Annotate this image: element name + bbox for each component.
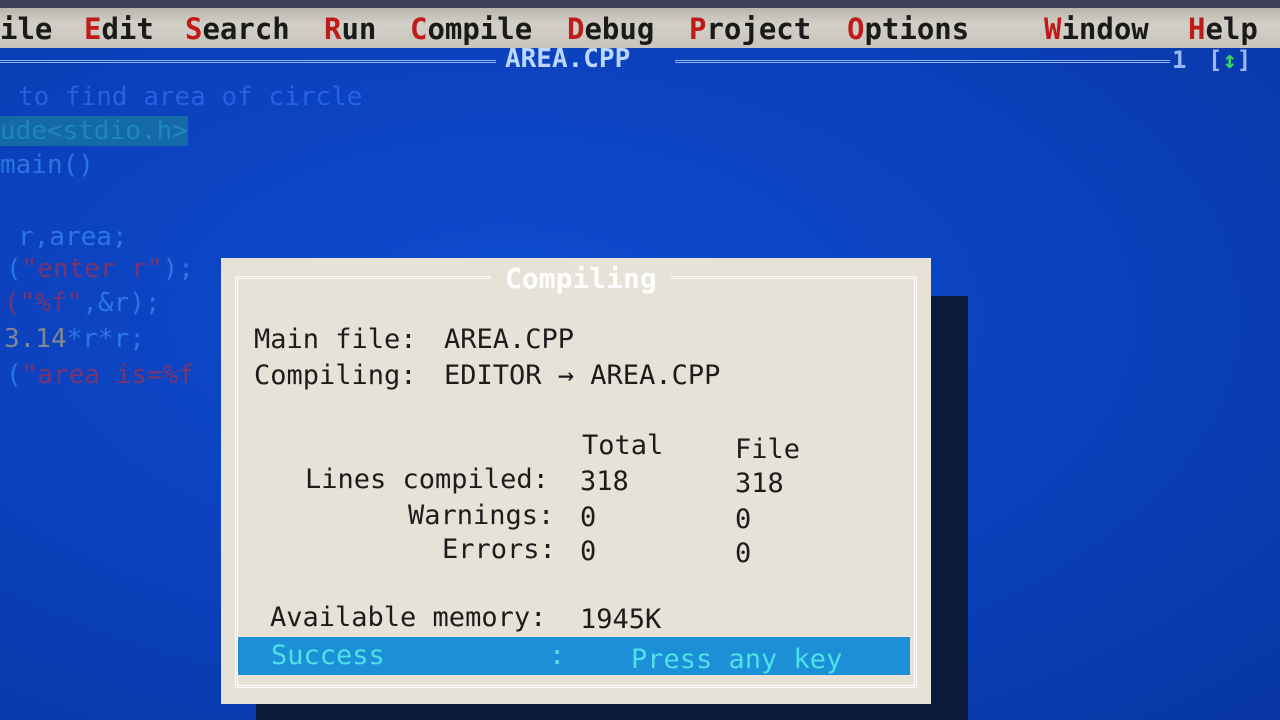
code-calc-rest: *r*r; bbox=[66, 324, 145, 354]
menu-help-label: elp bbox=[1205, 12, 1258, 46]
main-file-value: AREA.CPP bbox=[444, 324, 575, 355]
errors-total: 0 bbox=[580, 536, 597, 567]
menu-debug-hotkey: D bbox=[567, 12, 585, 46]
warnings-label: Warnings: bbox=[408, 500, 555, 531]
compiling-dialog[interactable]: Compiling Main file: AREA.CPP Compiling:… bbox=[221, 258, 931, 704]
window-zoom-control[interactable]: [↕] bbox=[1208, 46, 1251, 74]
menu-run-label: un bbox=[341, 12, 377, 46]
column-header-total: Total bbox=[582, 430, 664, 461]
errors-label: Errors: bbox=[442, 534, 556, 565]
code-scanf-args: ,&r); bbox=[82, 288, 161, 318]
code-line-include: ude<stdio.h> bbox=[0, 116, 188, 146]
menu-project-hotkey: P bbox=[689, 12, 707, 46]
lines-compiled-file: 318 bbox=[735, 468, 784, 499]
menu-search-label: earch bbox=[202, 12, 290, 46]
menu-edit[interactable]: Edit bbox=[84, 12, 154, 46]
code-line-area-calc: 3.14*r*r; bbox=[4, 324, 145, 354]
window-number: 1 bbox=[1172, 46, 1187, 74]
code-line-decl: r,area; bbox=[18, 222, 128, 252]
menu-compile-hotkey: C bbox=[410, 12, 428, 46]
menu-project-label: roject bbox=[706, 12, 812, 46]
column-header-file: File bbox=[735, 434, 801, 465]
menu-edit-hotkey: E bbox=[84, 12, 102, 46]
available-memory-label: Available memory: bbox=[270, 602, 547, 633]
warnings-total: 0 bbox=[580, 502, 597, 533]
menu-debug-label: ebug bbox=[584, 12, 655, 46]
code-line-comment: to find area of circle bbox=[18, 82, 363, 112]
menu-run-hotkey: R bbox=[324, 12, 342, 46]
menu-options-label: ptions bbox=[864, 12, 970, 46]
warnings-file: 0 bbox=[735, 504, 752, 535]
compiling-label: Compiling: bbox=[254, 360, 417, 391]
compiling-value: EDITOR → AREA.CPP bbox=[444, 360, 721, 391]
menu-bar: ile Edit Search Run Compile Debug Projec… bbox=[0, 0, 1280, 48]
status-prompt: Press any key bbox=[631, 644, 843, 675]
status-separator: : bbox=[549, 640, 566, 671]
menu-compile[interactable]: Compile bbox=[410, 12, 532, 46]
code-string-area: "area is=%f bbox=[21, 360, 194, 390]
editor-file-title: AREA.CPP bbox=[505, 44, 631, 74]
lines-compiled-label: Lines compiled: bbox=[305, 464, 549, 495]
code-string-format: ("%f" bbox=[4, 288, 83, 318]
menu-run[interactable]: Run bbox=[324, 12, 376, 46]
code-string-prompt: "enter r" bbox=[21, 254, 163, 284]
code-fn-paren-2: ( bbox=[6, 360, 22, 390]
zoom-bracket-open: [ bbox=[1208, 46, 1223, 74]
menu-search-hotkey: S bbox=[185, 12, 203, 46]
menu-file-label: ile bbox=[0, 12, 53, 46]
code-line-printf-prompt: ("enter r"); bbox=[6, 254, 194, 284]
code-line-printf-area: ("area is=%f bbox=[6, 360, 194, 390]
menu-help[interactable]: Help bbox=[1188, 12, 1258, 46]
menu-window-hotkey: W bbox=[1044, 12, 1062, 46]
menu-debug[interactable]: Debug bbox=[567, 12, 654, 46]
main-file-label: Main file: bbox=[254, 324, 417, 355]
compile-status-bar[interactable]: Success : Press any key bbox=[238, 637, 910, 675]
menu-window[interactable]: Window bbox=[1044, 12, 1149, 46]
errors-file: 0 bbox=[735, 538, 752, 569]
menu-window-label: indow bbox=[1061, 12, 1149, 46]
zoom-bracket-close: ] bbox=[1236, 46, 1252, 74]
code-fn-paren: ( bbox=[6, 254, 22, 284]
dialog-title: Compiling bbox=[491, 262, 671, 296]
code-stmt-end: ); bbox=[162, 254, 194, 284]
menu-help-hotkey: H bbox=[1188, 12, 1206, 46]
menu-search[interactable]: Search bbox=[185, 12, 290, 46]
title-border-right bbox=[675, 60, 1170, 63]
menu-project[interactable]: Project bbox=[689, 12, 811, 46]
code-pi-literal: 3.14 bbox=[4, 324, 67, 354]
menu-file[interactable]: ile bbox=[0, 12, 52, 46]
status-result: Success bbox=[271, 640, 385, 671]
code-line-scanf: ("%f",&r); bbox=[4, 288, 161, 318]
menu-edit-label: dit bbox=[101, 12, 154, 46]
menu-compile-label: ompile bbox=[427, 12, 533, 46]
available-memory-value: 1945K bbox=[580, 604, 662, 635]
zoom-arrow-icon: ↕ bbox=[1222, 46, 1237, 74]
menu-options-hotkey: O bbox=[847, 12, 865, 46]
title-border-left bbox=[0, 60, 496, 63]
code-line-main: main() bbox=[0, 150, 94, 180]
lines-compiled-total: 318 bbox=[580, 466, 629, 497]
menu-options[interactable]: Options bbox=[847, 12, 969, 46]
